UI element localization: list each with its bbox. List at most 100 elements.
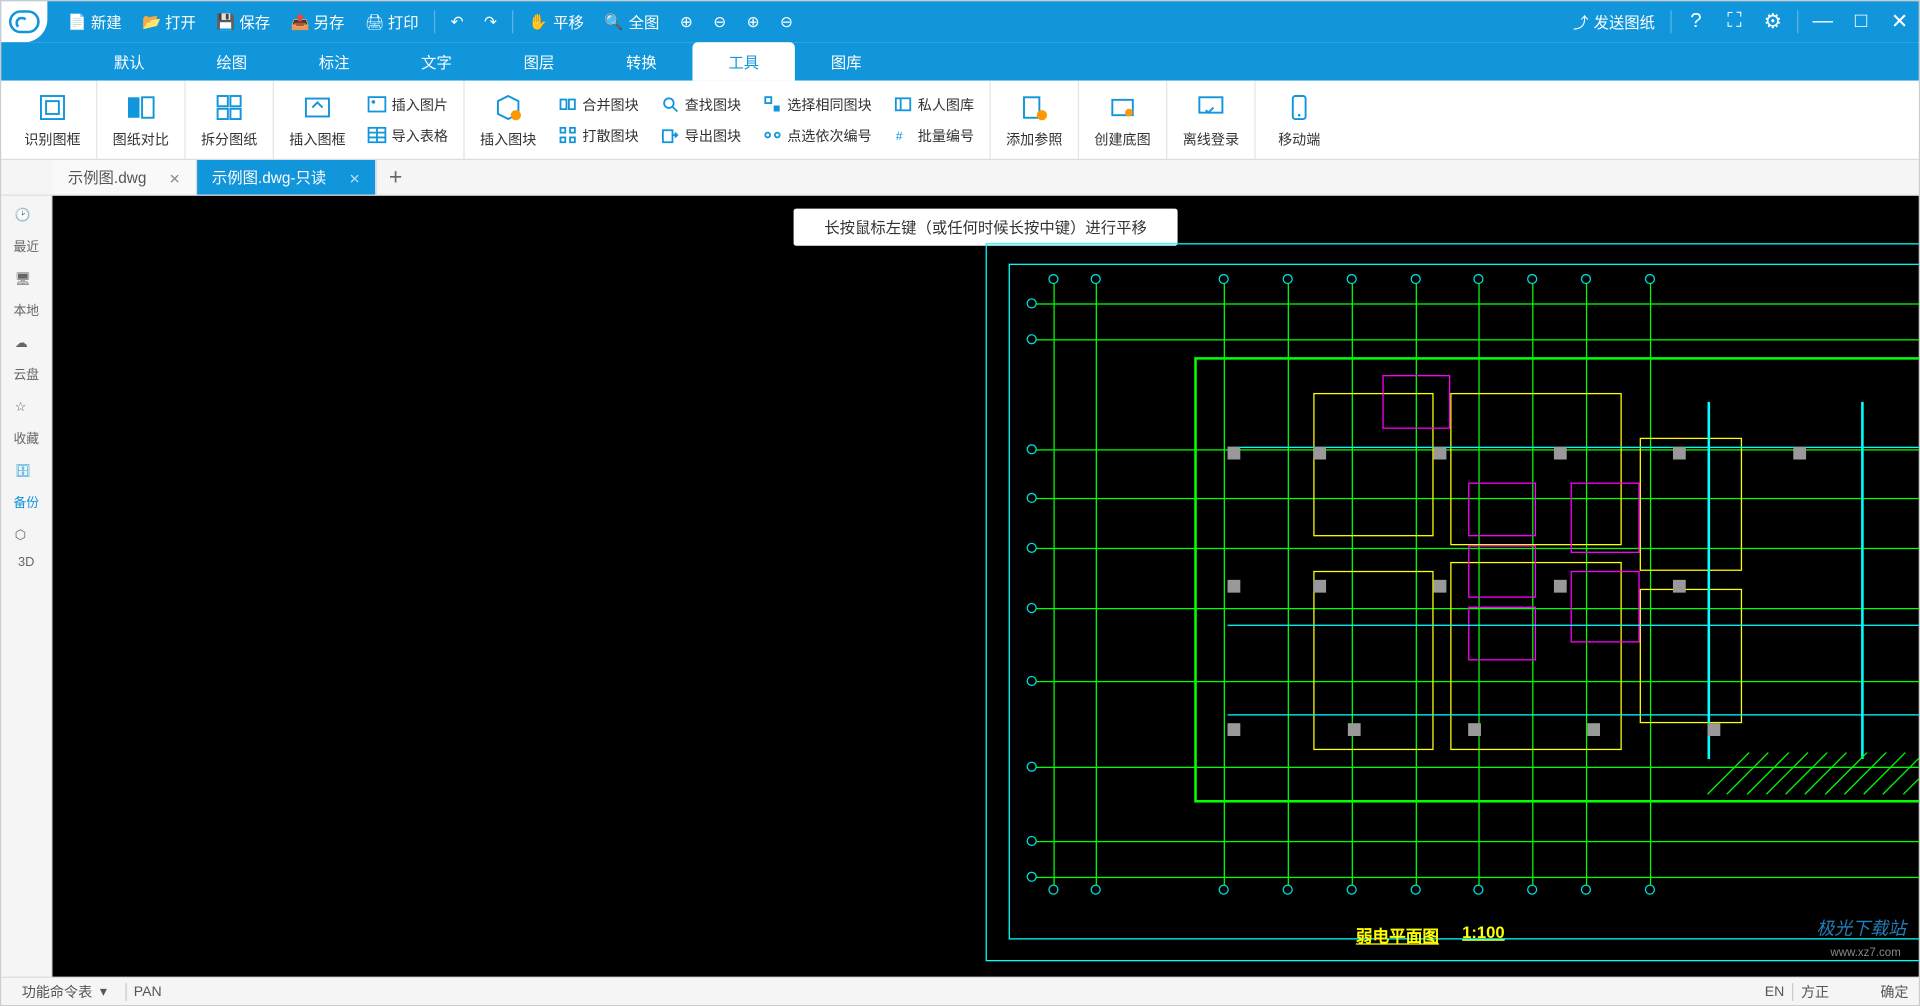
document-tab-1[interactable]: 示例图.dwg-只读 × [197,160,377,195]
reference-icon [1018,90,1051,123]
zoom-in-icon: ⊕ [680,13,693,31]
basemap-icon [1106,90,1139,123]
zoom-out-icon: ⊖ [713,13,726,31]
lang-indicator[interactable]: EN [1765,984,1785,999]
svg-text:#: # [895,129,902,143]
add-ref-button[interactable]: 添加参照 [1001,90,1068,149]
sidebar-item-3[interactable]: ☆收藏 [13,401,39,447]
zoom-icon: 🔍 [604,13,623,31]
redo-icon: ↷ [484,13,497,31]
merge-block-button[interactable]: 合并图块 [552,92,644,118]
merge-icon [557,94,577,114]
menu-tab-6[interactable]: 工具 [693,42,795,80]
recognize-frame-button[interactable]: 识别图框 [19,90,86,149]
insert-frame-icon [301,90,334,123]
send-drawing-button[interactable]: ⤴发送图纸 [1563,1,1665,42]
undo-icon: ↶ [451,13,464,31]
sidebar-item-5[interactable]: ⬡3D [15,529,38,570]
zoom-out-button[interactable]: ⊖ [703,1,736,42]
import-table-button[interactable]: 导入表格 [361,122,453,148]
click-number-button[interactable]: 点选依次编号 [756,122,876,148]
zoom-in2-button[interactable]: ⊕ [736,1,769,42]
menu-tab-2[interactable]: 标注 [283,42,385,80]
mobile-icon [1283,90,1316,123]
menu-tab-4[interactable]: 图层 [488,42,590,80]
saveas-button[interactable]: 📤另存 [280,1,354,42]
mobile-button[interactable]: 移动端 [1266,90,1333,149]
find-block-button[interactable]: 查找图块 [654,92,746,118]
folder-open-icon: 📂 [142,13,160,31]
offline-login-button[interactable]: 离线登录 [1178,90,1245,149]
fit-button[interactable]: 🔍全图 [594,1,669,42]
zoom-out2-button[interactable]: ⊖ [770,1,803,42]
pan-tooltip: 长按鼠标左键（或任何时候长按中键）进行平移 [794,209,1178,246]
doctab-label: 示例图.dwg-只读 [212,166,326,188]
sidebar-icon: 🖥 [15,273,38,296]
menu-tab-3[interactable]: 文字 [385,42,487,80]
chevron-down-icon: ▾ [100,983,107,1000]
confirm-button[interactable]: 确定 [1880,981,1908,1001]
sidebar-label: 3D [18,556,34,570]
sidebar-item-1[interactable]: 🖥 本地 [13,273,39,319]
create-base-button[interactable]: 创建底图 [1089,90,1156,149]
help-button[interactable]: ? [1677,1,1715,42]
search-block-icon [659,94,679,114]
ime-indicator[interactable]: 方正 [1801,981,1829,1001]
share-icon: ⤴ [1573,11,1588,33]
menu-tab-7[interactable]: 图库 [795,42,897,80]
save-button[interactable]: 💾保存 [206,1,280,42]
sidebar-label: 本地 [13,300,39,319]
minimize-button[interactable]: — [1804,1,1842,42]
drawing-canvas[interactable]: 长按鼠标左键（或任何时候长按中键）进行平移 弱电平面图1:100 极光下载站 w… [52,196,1918,977]
pan-button[interactable]: ✋平移 [519,1,594,42]
fullscreen-button[interactable]: ⛶ [1715,1,1753,42]
sidebar-icon: 🗄 [15,465,38,488]
sidebar-item-2[interactable]: ☁云盘 [13,337,39,383]
redo-button[interactable]: ↷ [474,1,507,42]
insert-block-button[interactable]: 插入图块 [475,90,542,149]
insert-frame-button[interactable]: 插入图框 [284,90,351,149]
menu-tab-0[interactable]: 默认 [78,42,180,80]
explode-block-button[interactable]: 打散图块 [552,122,644,148]
close-button[interactable]: ✕ [1880,1,1918,42]
settings-button[interactable]: ⚙ [1754,1,1792,42]
sidebar-item-0[interactable]: 🕑最近 [13,209,39,255]
sidebar-item-4[interactable]: 🗄备份 [13,465,39,511]
add-tab-button[interactable]: + [376,160,414,195]
split-button[interactable]: 拆分图纸 [196,90,263,149]
batch-number-button[interactable]: #批量编号 [887,122,979,148]
maximize-button[interactable]: □ [1842,1,1880,42]
new-file-icon: 📄 [68,13,86,31]
command-table-dropdown[interactable]: 功能命令表▾ [12,981,118,1001]
undo-button[interactable]: ↶ [440,1,473,42]
sidebar-label: 收藏 [13,428,39,447]
maximize-icon: □ [1855,10,1867,33]
sidebar-icon: 🕑 [15,209,38,232]
saveas-icon: 📤 [291,13,309,31]
table-icon [366,125,386,145]
private-lib-button[interactable]: 私人图库 [887,92,979,118]
status-bar: 功能命令表▾ PAN EN 方正 确定 [1,977,1918,1005]
document-tab-0[interactable]: 示例图.dwg× [52,160,196,195]
select-same-button[interactable]: 选择相同图块 [756,92,876,118]
close-tab-icon[interactable]: × [349,167,359,187]
gear-icon: ⚙ [1764,9,1782,35]
current-command: PAN [134,984,162,999]
export-block-button[interactable]: 导出图块 [654,122,746,148]
print-button[interactable]: 🖨打印 [355,1,429,42]
menu-tabs: 默认绘图标注文字图层转换工具图库 [1,42,1918,80]
open-button[interactable]: 📂打开 [132,1,206,42]
close-tab-icon[interactable]: × [169,167,179,187]
menu-tab-1[interactable]: 绘图 [181,42,283,80]
ribbon-toolbar: 识别图框 图纸对比 拆分图纸 插入图框 插入图片 导入表格 [1,81,1918,160]
hand-icon: ✋ [529,13,548,31]
select-icon [762,94,782,114]
sidebar-icon: ☁ [15,337,38,360]
new-button[interactable]: 📄新建 [58,1,132,42]
zoom-in-button[interactable]: ⊕ [670,1,703,42]
menu-tab-5[interactable]: 转换 [590,42,692,80]
titlebar: 📄新建 📂打开 💾保存 📤另存 🖨打印 ↶ ↷ ✋平移 🔍全图 ⊕ ⊖ ⊕ ⊖ … [1,1,1918,42]
compare-button[interactable]: 图纸对比 [108,90,175,149]
split-icon [212,90,245,123]
insert-image-button[interactable]: 插入图片 [361,92,453,118]
